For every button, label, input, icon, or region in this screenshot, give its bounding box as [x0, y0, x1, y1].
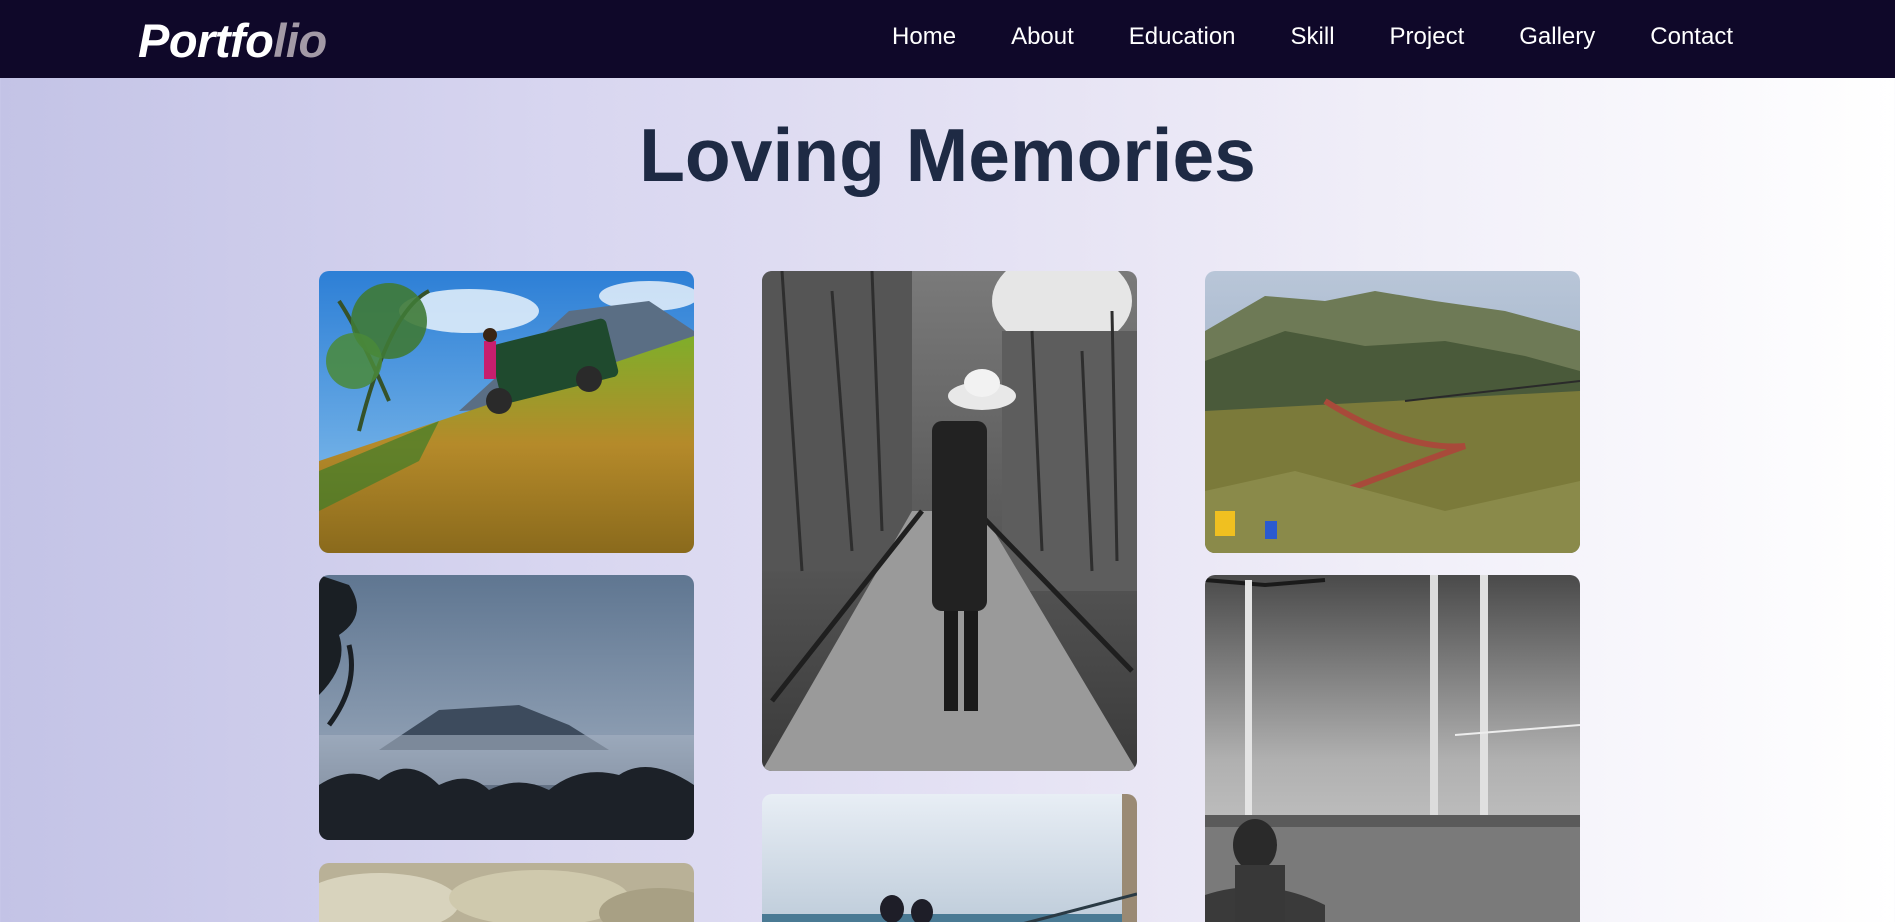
photo-jeep-image: [319, 271, 694, 553]
nav-education-link[interactable]: Education: [1129, 23, 1236, 51]
photo-cloudy-sky-image: [319, 863, 694, 922]
nav-home-link[interactable]: Home: [892, 23, 956, 51]
logo-text-primary: Portfo: [138, 14, 274, 67]
gallery-photo-swing-poles[interactable]: [1205, 575, 1580, 922]
gallery-photo-forest-path[interactable]: [762, 271, 1137, 771]
nav-project-link[interactable]: Project: [1390, 23, 1465, 51]
navbar: Portfolio Home About Education Skill Pro…: [0, 0, 1895, 78]
gallery-photo-mountain-valley[interactable]: [1205, 271, 1580, 553]
photo-misty-mountain-image: [319, 575, 694, 840]
photo-mountain-valley-image: [1205, 271, 1580, 553]
photo-forest-path-image: [762, 271, 1137, 771]
gallery-photo-misty-mountain[interactable]: [319, 575, 694, 840]
logo[interactable]: Portfolio: [138, 14, 327, 68]
nav-contact-link[interactable]: Contact: [1650, 23, 1733, 51]
nav-gallery-link[interactable]: Gallery: [1519, 23, 1595, 51]
photo-swing-poles-image: [1205, 575, 1580, 922]
nav-skill-link[interactable]: Skill: [1291, 23, 1335, 51]
gallery-photo-jeep-on-hillside[interactable]: [319, 271, 694, 553]
nav-about-link[interactable]: About: [1011, 23, 1074, 51]
nav-menu: Home About Education Skill Project Galle…: [837, 0, 1733, 74]
gallery-photo-people-by-sea[interactable]: [762, 794, 1137, 922]
logo-text-secondary: lio: [273, 14, 327, 67]
gallery-photo-cloudy-sky[interactable]: [319, 863, 694, 922]
photo-people-by-sea-image: [762, 794, 1137, 922]
page-title: Loving Memories: [639, 113, 1256, 197]
